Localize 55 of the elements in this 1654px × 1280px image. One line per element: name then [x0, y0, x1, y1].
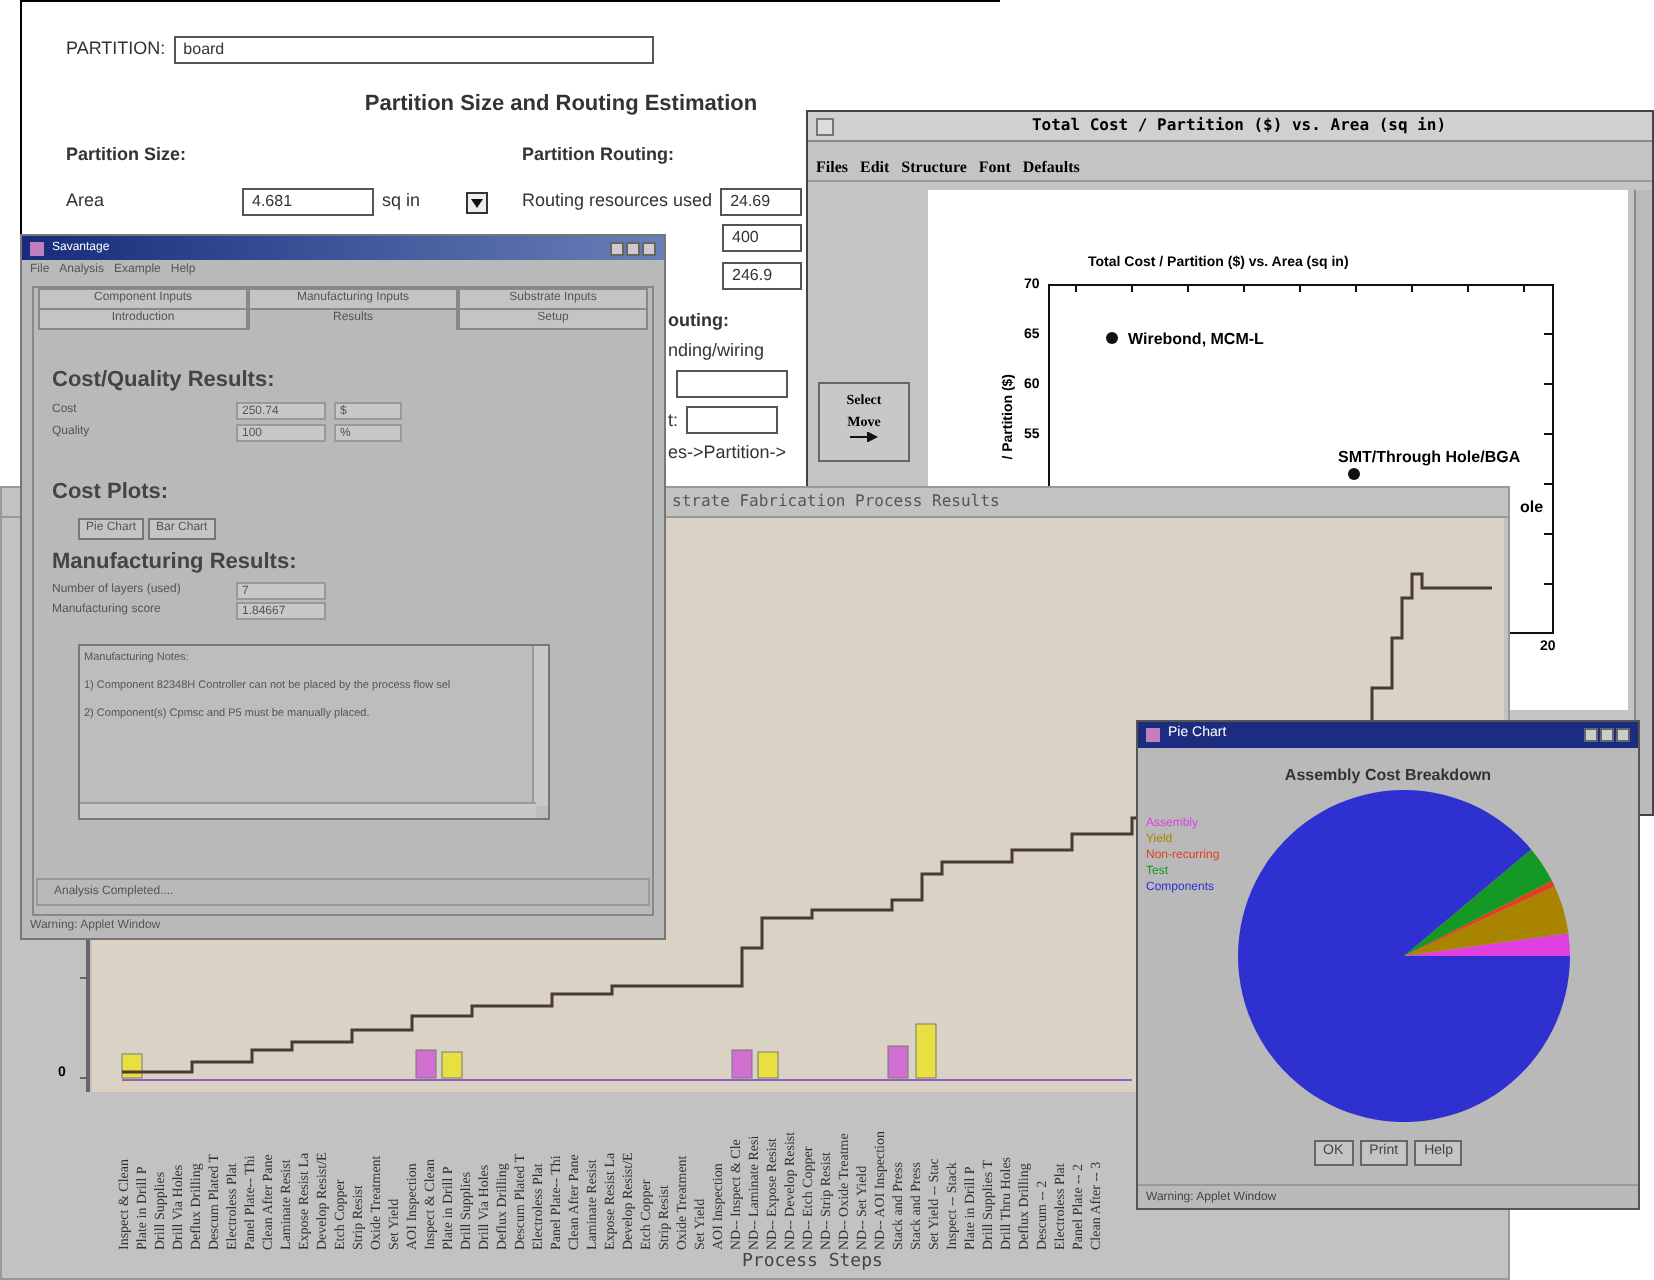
scrollbar[interactable] [532, 645, 548, 805]
section-heading: outing: [668, 310, 729, 332]
field-label: nding/wiring [668, 340, 765, 362]
menu-item[interactable]: Defaults [1022, 155, 1080, 179]
minimize-button[interactable] [610, 241, 624, 255]
maximize-button[interactable] [1600, 728, 1614, 742]
bar [915, 1023, 937, 1079]
partition-field[interactable]: board [173, 36, 654, 64]
field-label: Area [66, 188, 107, 215]
bar [887, 1045, 909, 1079]
menu-item[interactable]: Structure [901, 155, 967, 179]
value-field[interactable]: 400 [722, 224, 802, 252]
area-field[interactable]: 4.681 [242, 188, 374, 216]
section-heading: Manufacturing Results: [52, 548, 299, 578]
menu-item[interactable]: Files [816, 155, 848, 179]
close-button[interactable] [1616, 728, 1630, 742]
window-heading: Partition Size and Routing Estimation [362, 90, 760, 120]
bar [757, 1051, 779, 1079]
bar [731, 1049, 753, 1079]
bar [121, 1053, 143, 1079]
bar [415, 1049, 437, 1079]
scrollbar[interactable] [1634, 190, 1652, 814]
close-button[interactable] [642, 241, 656, 255]
app-icon [1146, 728, 1160, 742]
text-field[interactable] [686, 406, 779, 434]
routing-field[interactable]: 24.69 [720, 188, 803, 216]
data-point [1106, 332, 1118, 344]
point-label: Wirebond, MCM-L [1128, 328, 1264, 352]
data-point [1348, 468, 1360, 480]
field-label: t: [668, 409, 679, 431]
window-title: Total Cost / Partition ($) vs. Area (sq in) [1029, 114, 1449, 138]
field-label: Routing resources used [522, 188, 713, 215]
section-heading: Partition Routing: [522, 141, 676, 168]
scrollbar[interactable] [80, 801, 536, 817]
minimize-button[interactable] [1584, 728, 1598, 742]
app-icon [30, 241, 44, 255]
maximize-button[interactable] [626, 241, 640, 255]
section-heading: Cost Plots: [52, 477, 171, 507]
partition-label: PARTITION: [66, 36, 166, 63]
text-field[interactable] [676, 370, 788, 398]
bar [441, 1051, 463, 1079]
unit-label: sq in [382, 188, 423, 215]
arrow-tool-icon[interactable] [850, 432, 878, 442]
chart-title: Assembly Cost Breakdown [1282, 764, 1494, 788]
section-heading: Cost/Quality Results: [52, 366, 277, 396]
section-heading: Partition Size: [66, 141, 189, 167]
axis-title: Process Steps [742, 1250, 885, 1276]
window-menu-icon[interactable] [816, 117, 834, 135]
field-label: es->Partition-> [668, 442, 787, 464]
window-title: strate Fabrication Process Results [672, 490, 1000, 514]
menu-item[interactable]: Font [978, 155, 1011, 179]
point-label: ole [1520, 496, 1544, 520]
value-field[interactable]: 246.9 [722, 262, 802, 290]
point-label: SMT/Through Hole/BGA [1338, 446, 1521, 470]
menu-item[interactable]: Edit [860, 155, 890, 179]
